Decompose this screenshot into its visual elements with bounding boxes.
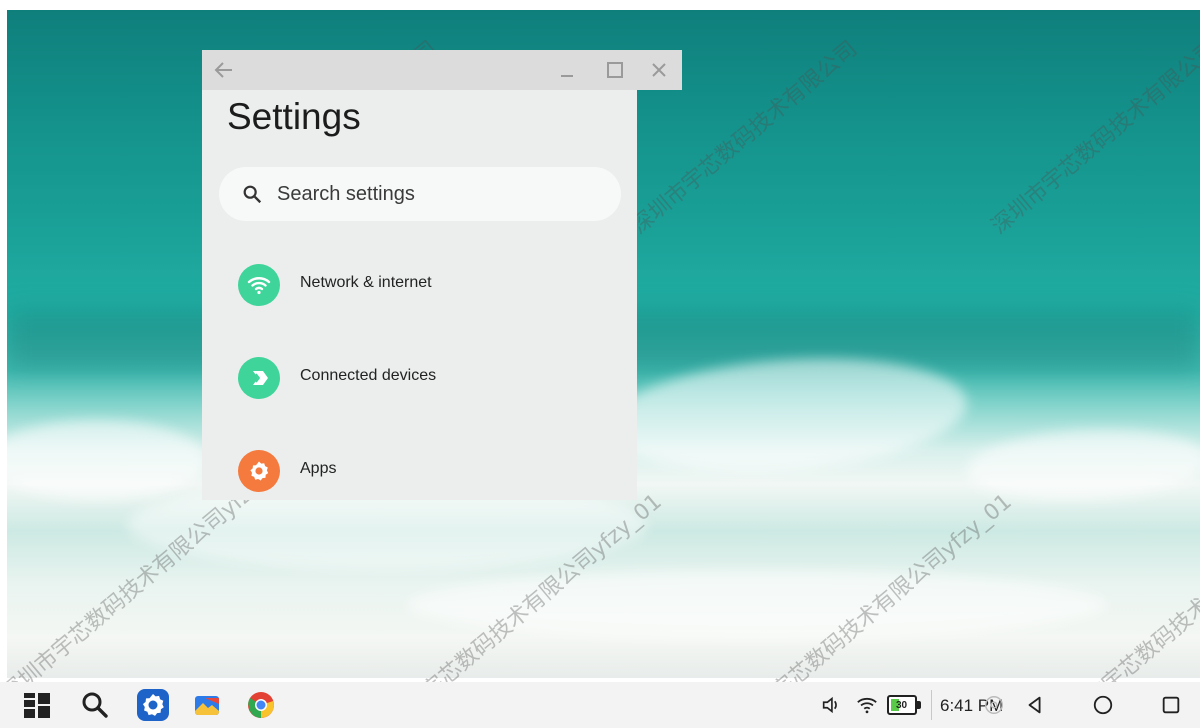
nav-home-icon[interactable] — [1092, 694, 1114, 716]
wifi-status-icon[interactable] — [856, 694, 878, 716]
nav-back-icon[interactable] — [1024, 694, 1046, 716]
settings-item-connected-devices[interactable]: Connected devices — [202, 338, 637, 418]
settings-item-label: Network & internet — [300, 274, 432, 291]
files-icon[interactable] — [191, 689, 223, 721]
wallpaper-wave — [407, 570, 1107, 640]
battery-body: 30 — [887, 695, 917, 715]
connected-devices-icon — [238, 357, 280, 399]
battery-icon[interactable]: 30 — [887, 695, 921, 715]
assistant-icon[interactable] — [983, 694, 1005, 716]
settings-window: Settings Search settings Network & inter… — [202, 50, 682, 500]
app-drawer-icon[interactable] — [21, 689, 53, 721]
search-settings-bar[interactable]: Search settings — [219, 167, 621, 221]
minimize-icon[interactable] — [555, 58, 579, 82]
wallpaper-wave — [965, 423, 1200, 507]
battery-tip — [917, 701, 921, 709]
window-titlebar[interactable] — [202, 50, 682, 90]
settings-item-label: Connected devices — [300, 367, 437, 384]
settings-item-label: Apps — [300, 460, 337, 477]
tray-divider — [931, 690, 932, 720]
search-icon[interactable] — [79, 689, 111, 721]
settings-item-network[interactable]: Network & internet — [202, 245, 637, 325]
close-icon[interactable] — [647, 58, 671, 82]
apps-gear-icon — [238, 450, 280, 492]
settings-icon[interactable] — [137, 689, 169, 721]
volume-icon[interactable] — [820, 694, 842, 716]
page-title: Settings — [227, 96, 361, 137]
nav-recents-icon[interactable] — [1160, 694, 1182, 716]
battery-percent: 30 — [896, 700, 908, 711]
wallpaper-wave — [7, 420, 207, 500]
settings-item-apps[interactable]: Apps — [202, 431, 637, 500]
chrome-icon[interactable] — [245, 689, 277, 721]
taskbar: 30 6:41 PM — [0, 682, 1200, 728]
maximize-icon[interactable] — [603, 58, 627, 82]
wifi-icon — [238, 264, 280, 306]
search-icon — [241, 183, 263, 205]
back-arrow-icon[interactable] — [212, 58, 236, 82]
settings-content: Settings Search settings Network & inter… — [202, 90, 637, 500]
search-placeholder: Search settings — [277, 183, 415, 205]
